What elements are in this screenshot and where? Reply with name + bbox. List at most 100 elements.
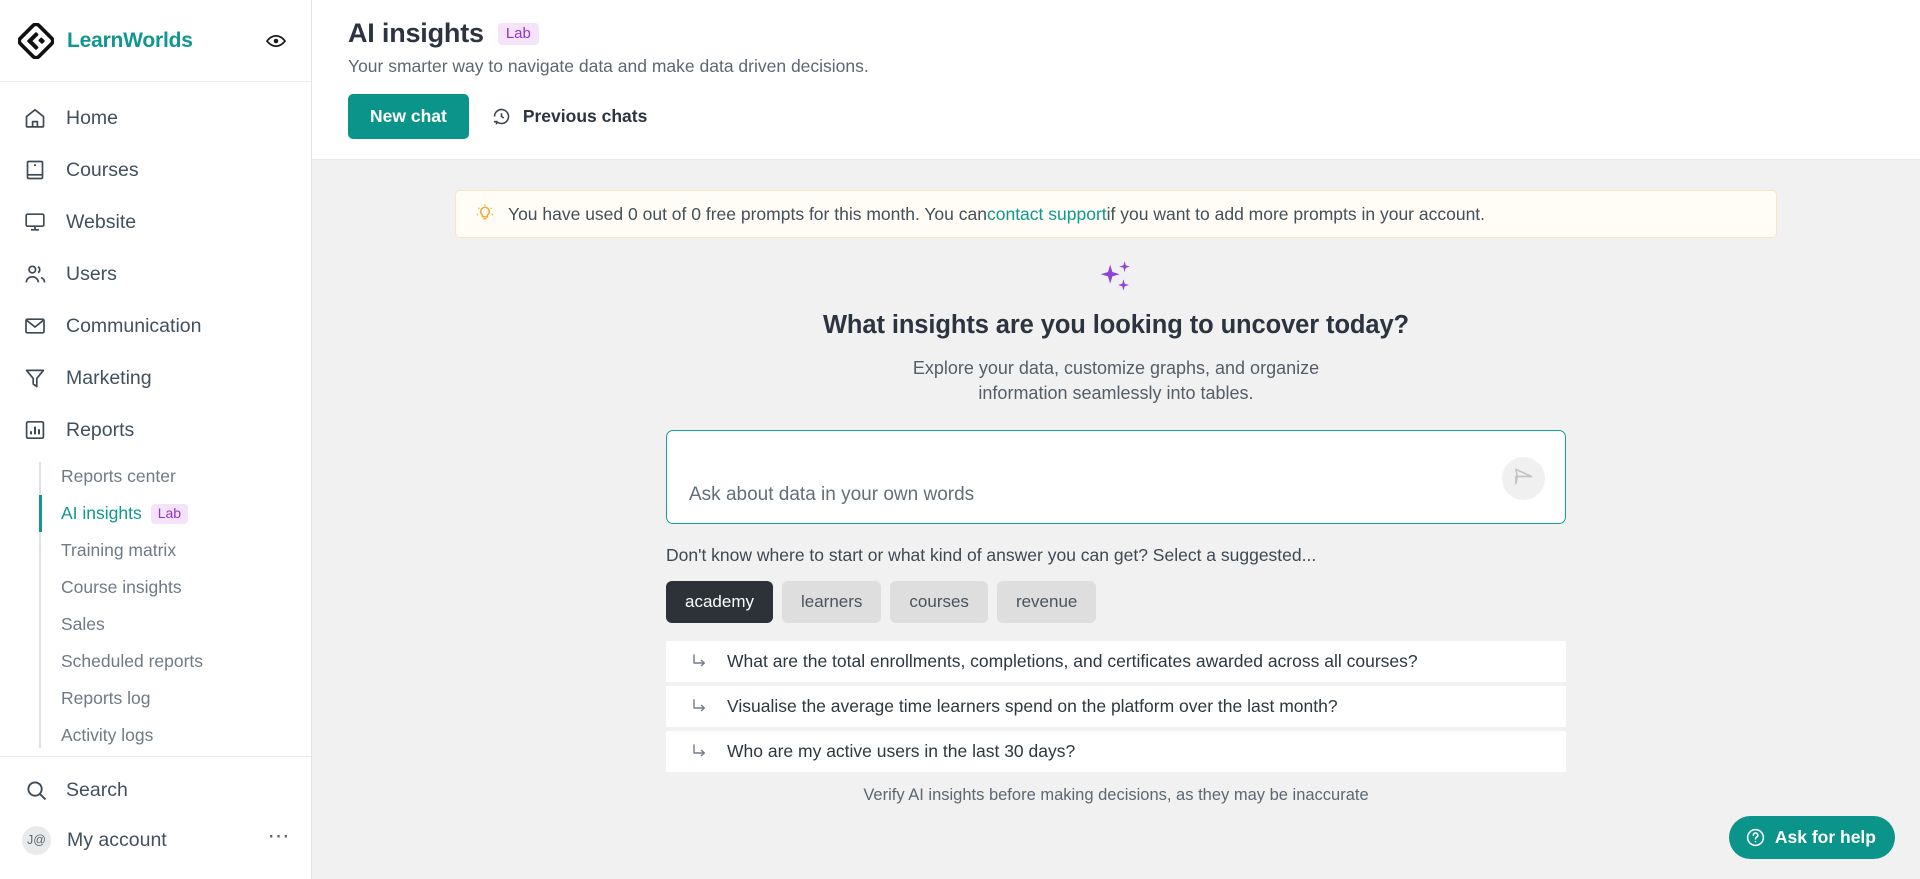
sidebar-item-marketing[interactable]: Marketing bbox=[0, 352, 311, 404]
suggestion-row[interactable]: What are the total enrollments, completi… bbox=[666, 640, 1566, 686]
sidebar-item-courses[interactable]: Courses bbox=[0, 144, 311, 196]
arrow-branch-icon bbox=[688, 650, 710, 672]
suggestion-text: Visualise the average time learners spen… bbox=[727, 695, 1338, 716]
page-subtitle: Your smarter way to navigate data and ma… bbox=[348, 56, 869, 76]
chip-courses[interactable]: courses bbox=[890, 580, 988, 623]
lightbulb-icon bbox=[474, 203, 496, 225]
main-area: AI insights Lab Your smarter way to navi… bbox=[312, 0, 1920, 879]
sidebar-item-label: Communication bbox=[66, 314, 202, 337]
sidebar-item-label: Home bbox=[66, 106, 119, 129]
app-root: LearnWorlds Home Courses Website Users C… bbox=[0, 0, 1920, 879]
arrow-branch-icon bbox=[688, 695, 710, 717]
sidebar-subitem-label: Reports center bbox=[61, 466, 176, 486]
sidebar-item-reports[interactable]: Reports bbox=[0, 404, 311, 456]
sidebar-item-course-insights[interactable]: Course insights bbox=[61, 569, 311, 606]
send-paper-plane-icon bbox=[1512, 465, 1535, 491]
sidebar-item-sales[interactable]: Sales bbox=[61, 606, 311, 643]
sidebar-footer: Search J@ My account ⋯ bbox=[0, 756, 311, 879]
sidebar-item-label: Website bbox=[66, 210, 137, 233]
sidebar-subitem-label: Reports log bbox=[61, 688, 151, 708]
ai-disclaimer: Verify AI insights before making decisio… bbox=[863, 785, 1369, 804]
suggestion-text: Who are my active users in the last 30 d… bbox=[727, 740, 1076, 761]
brand-row: LearnWorlds bbox=[0, 0, 311, 82]
prompt-composer bbox=[666, 429, 1566, 525]
sidebar-item-scheduled-reports[interactable]: Scheduled reports bbox=[61, 643, 311, 680]
sidebar-item-communication[interactable]: Communication bbox=[0, 300, 311, 352]
sidebar-subitem-label: Course insights bbox=[61, 577, 182, 597]
users-icon bbox=[22, 261, 48, 287]
sidebar: LearnWorlds Home Courses Website Users C… bbox=[0, 0, 312, 879]
sidebar-subnav-reports: Reports center AI insights Lab Training … bbox=[0, 458, 311, 754]
sidebar-item-reports-log[interactable]: Reports log bbox=[61, 680, 311, 717]
book-icon bbox=[22, 157, 48, 183]
page-title-row: AI insights Lab bbox=[348, 18, 1920, 49]
question-circle-icon bbox=[1745, 827, 1766, 848]
learnworlds-diamond-logo[interactable] bbox=[17, 21, 55, 60]
brand-name: LearnWorlds bbox=[67, 28, 193, 52]
envelope-icon bbox=[22, 313, 48, 339]
sidebar-item-ai-insights[interactable]: AI insights Lab bbox=[39, 495, 311, 532]
eye-icon[interactable] bbox=[263, 28, 289, 54]
bar-chart-icon bbox=[22, 417, 48, 443]
notice-text-after: if you want to add more prompts in your … bbox=[1106, 203, 1486, 224]
chip-revenue[interactable]: revenue bbox=[996, 580, 1097, 623]
sidebar-item-training-matrix[interactable]: Training matrix bbox=[61, 532, 311, 569]
sidebar-item-label: Reports bbox=[66, 418, 135, 441]
hero-block: What insights are you looking to uncover… bbox=[823, 258, 1409, 406]
ellipsis-icon[interactable]: ⋯ bbox=[268, 823, 292, 857]
avatar: J@ bbox=[22, 825, 51, 855]
page-title: AI insights bbox=[348, 18, 484, 48]
suggestions-hint: Don't know where to start or what kind o… bbox=[666, 544, 1317, 565]
sidebar-item-reports-center[interactable]: Reports center bbox=[61, 458, 311, 495]
suggestion-row[interactable]: Visualise the average time learners spen… bbox=[666, 685, 1566, 731]
hero-paragraph-line1: Explore your data, customize graphs, and… bbox=[912, 358, 1320, 378]
hero-paragraph-line2: information seamlessly into tables. bbox=[978, 382, 1254, 403]
monitor-icon bbox=[22, 209, 48, 235]
sidebar-item-my-account[interactable]: J@ My account ⋯ bbox=[0, 815, 311, 865]
sidebar-item-label: Courses bbox=[66, 158, 139, 181]
lab-badge: Lab bbox=[497, 22, 539, 45]
chip-learners[interactable]: learners bbox=[781, 580, 882, 623]
ask-for-help-label: Ask for help bbox=[1774, 827, 1876, 847]
previous-chats-label: Previous chats bbox=[522, 106, 648, 126]
my-account-label: My account bbox=[67, 828, 167, 851]
page-header: AI insights Lab Your smarter way to navi… bbox=[312, 0, 1920, 160]
home-icon bbox=[22, 105, 48, 131]
hero-heading: What insights are you looking to uncover… bbox=[822, 311, 1410, 339]
new-chat-button[interactable]: New chat bbox=[348, 94, 469, 139]
content-area: You have used 0 out of 0 free prompts fo… bbox=[312, 160, 1920, 879]
sidebar-item-home[interactable]: Home bbox=[0, 92, 311, 144]
lab-badge: Lab bbox=[150, 503, 189, 524]
notice-text-before: You have used 0 out of 0 free prompts fo… bbox=[508, 203, 987, 224]
send-button[interactable] bbox=[1502, 456, 1545, 500]
search-label: Search bbox=[66, 778, 128, 801]
suggestion-text: What are the total enrollments, completi… bbox=[727, 650, 1418, 671]
sidebar-nav: Home Courses Website Users Communication… bbox=[0, 82, 311, 756]
sidebar-item-label: Marketing bbox=[66, 366, 152, 389]
search-icon bbox=[22, 776, 50, 804]
sidebar-item-users[interactable]: Users bbox=[0, 248, 311, 300]
previous-chats-button[interactable]: Previous chats bbox=[491, 106, 648, 128]
funnel-icon bbox=[22, 365, 48, 391]
sidebar-subitem-label: Sales bbox=[61, 614, 105, 634]
ask-for-help-button[interactable]: Ask for help bbox=[1728, 816, 1895, 859]
sidebar-subitem-label: AI insights bbox=[61, 503, 142, 523]
contact-support-link[interactable]: contact support bbox=[987, 204, 1107, 225]
free-prompts-notice: You have used 0 out of 0 free prompts fo… bbox=[455, 190, 1777, 238]
hero-paragraph: Explore your data, customize graphs, and… bbox=[823, 356, 1409, 406]
sidebar-item-website[interactable]: Website bbox=[0, 196, 311, 248]
arrow-branch-icon bbox=[688, 740, 710, 762]
sidebar-item-activity-logs[interactable]: Activity logs bbox=[61, 717, 311, 754]
sidebar-item-label: Users bbox=[66, 262, 117, 285]
sidebar-subitem-label: Scheduled reports bbox=[61, 651, 204, 671]
sparkles-icon bbox=[1096, 258, 1136, 298]
page-actions: New chat Previous chats bbox=[348, 94, 1920, 139]
suggestion-category-chips: academy learners courses revenue bbox=[666, 580, 1566, 623]
suggestion-list: What are the total enrollments, completi… bbox=[666, 640, 1566, 776]
chip-academy[interactable]: academy bbox=[666, 580, 773, 623]
sidebar-subitem-label: Activity logs bbox=[61, 725, 154, 745]
sidebar-item-search[interactable]: Search bbox=[0, 765, 311, 815]
prompt-input[interactable] bbox=[667, 430, 1565, 525]
suggestion-row[interactable]: Who are my active users in the last 30 d… bbox=[666, 730, 1566, 776]
sidebar-subitem-label: Training matrix bbox=[61, 540, 177, 560]
